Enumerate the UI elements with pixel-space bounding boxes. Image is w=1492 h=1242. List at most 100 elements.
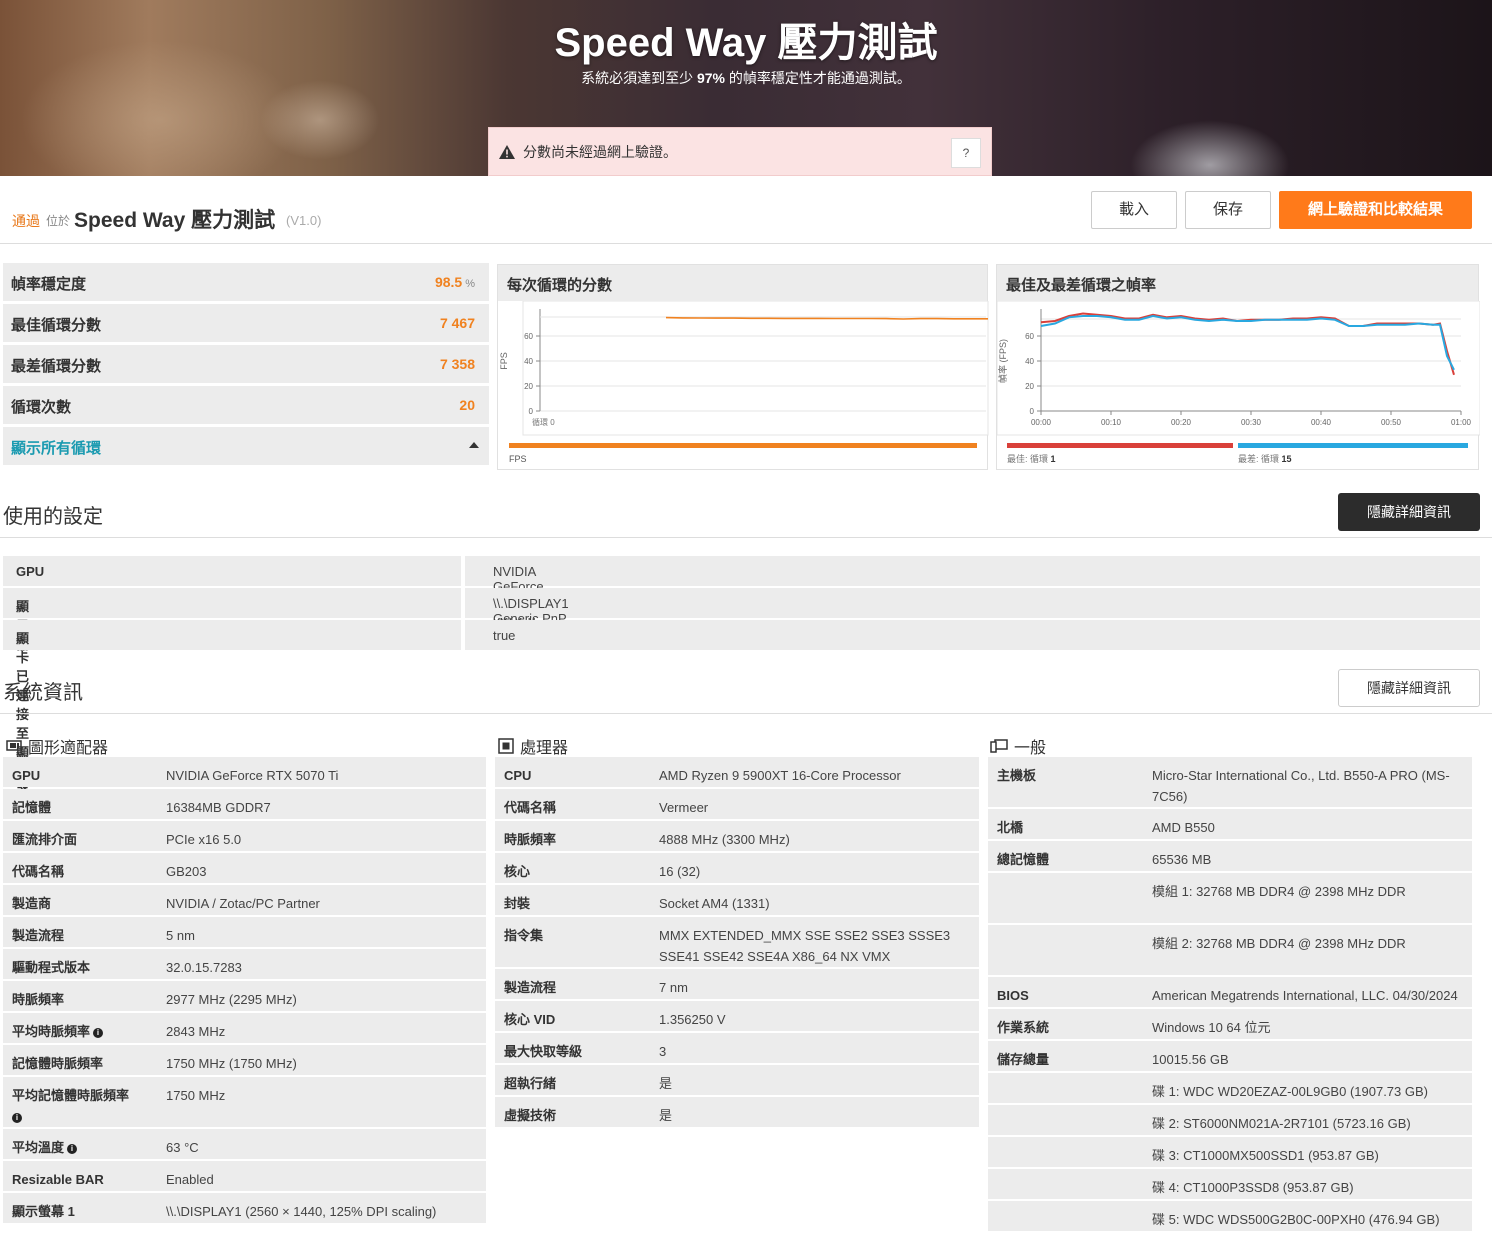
collapse-arrow-icon[interactable] xyxy=(469,442,479,448)
info-value: 5 nm xyxy=(166,928,195,943)
info-value: 16 (32) xyxy=(659,864,701,879)
info-value: Enabled xyxy=(166,1172,214,1187)
hide-sysinfo-details-button[interactable]: 隱藏詳細資訊 xyxy=(1338,669,1480,707)
y-tick-label: 0 xyxy=(529,407,534,416)
show-all-loops-link[interactable]: 顯示所有循環 xyxy=(11,437,101,458)
plot-area xyxy=(522,301,989,436)
info-row: 超執行緒 是 xyxy=(495,1065,979,1095)
info-icon[interactable]: i xyxy=(12,1112,22,1123)
info-row: 儲存總量 10015.56 GB xyxy=(988,1041,1472,1071)
info-row: 作業系統 Windows 10 64 位元 xyxy=(988,1009,1472,1039)
info-row: 封裝 Socket AM4 (1331) xyxy=(495,885,979,915)
info-value: MMX EXTENDED_MMX SSE SSE2 SSE3 SSSE3 SSE… xyxy=(659,928,951,964)
settings-heading: 使用的設定 xyxy=(3,504,103,528)
info-value: 2977 MHz (2295 MHz) xyxy=(166,992,297,1007)
info-row: 主機板 Micro-Star International Co., Ltd. B5… xyxy=(988,757,1472,807)
save-button[interactable]: 保存 xyxy=(1185,191,1271,229)
validation-warning: 分數尚未經過網上驗證。 ? xyxy=(488,127,992,176)
info-key: 時脈頻率 xyxy=(12,992,65,1007)
pass-status: 通過 xyxy=(12,213,40,229)
info-row: 顯示螢幕 1 \\.\DISPLAY1 (2560 × 1440, 125% DP… xyxy=(3,1193,486,1223)
info-key: 作業系統 xyxy=(997,1020,1050,1035)
info-key: 總記憶體 xyxy=(997,852,1050,867)
general-column-heading: 一般 xyxy=(990,734,1046,758)
info-key: 製造流程 xyxy=(12,928,65,943)
info-icon[interactable]: i xyxy=(67,1143,78,1154)
y-axis-label: 幀率 (FPS) xyxy=(997,339,1008,383)
info-key: 指令集 xyxy=(504,928,544,943)
info-value: 10015.56 GB xyxy=(1152,1052,1229,1067)
x-tick-label: 00:30 xyxy=(1241,418,1262,427)
info-value: 1.356250 V xyxy=(659,1012,726,1027)
info-row: 驅動程式版本 32.0.15.7283 xyxy=(3,949,486,979)
stat-label: 循環次數 xyxy=(11,399,72,416)
info-value: 是 xyxy=(659,1076,673,1091)
x-tick-label: 00:40 xyxy=(1311,418,1332,427)
required-percent: 97% xyxy=(696,70,726,86)
stat-value: 7 467 xyxy=(439,315,475,331)
at-label: 位於 xyxy=(46,214,71,228)
info-key: Resizable BAR xyxy=(12,1172,104,1187)
info-value: AMD Ryzen 9 5900XT 16-Core Processor xyxy=(659,768,901,783)
info-row: CPU AMD Ryzen 9 5900XT 16-Core Processor xyxy=(495,757,979,787)
info-row: Resizable BAR Enabled xyxy=(3,1161,486,1191)
info-value: 7 nm xyxy=(659,980,688,995)
info-icon[interactable]: i xyxy=(93,1027,104,1038)
stat-row-loop-count: 循環次數 20 xyxy=(3,386,489,424)
info-key: 平均記憶體時脈頻率 i xyxy=(12,1088,130,1123)
info-value: 碟 4: CT1000P3SSD8 (953.87 GB) xyxy=(1152,1180,1354,1195)
info-value: 1750 MHz xyxy=(166,1088,226,1103)
stat-label: 幀率穩定度 xyxy=(11,276,87,293)
info-row: 核心 VID 1.356250 V xyxy=(495,1001,979,1031)
info-value: 碟 2: ST6000NM021A-2R7101 (5723.16 GB) xyxy=(1152,1116,1411,1131)
best-legend-label: 最佳: 循環 1 xyxy=(1007,453,1056,464)
info-value: 63 °C xyxy=(166,1140,199,1155)
hide-settings-details-button[interactable]: 隱藏詳細資訊 xyxy=(1338,493,1480,531)
y-tick-label: 60 xyxy=(524,332,533,341)
best-legend-swatch xyxy=(1007,443,1233,448)
y-tick-label: 60 xyxy=(1025,332,1034,341)
info-row: 碟 5: WDC WDS500G2B0C-00PXH0 (476.94 GB) xyxy=(988,1201,1472,1231)
info-value: 3 xyxy=(659,1044,667,1059)
gpu-column-heading: 圖形適配器 xyxy=(6,734,108,758)
info-key: 平均溫度 i xyxy=(12,1137,162,1158)
show-all-loops-toggle[interactable]: 顯示所有循環 xyxy=(3,427,489,465)
graphics-card-icon xyxy=(6,740,22,751)
info-value: 是 xyxy=(659,1108,673,1123)
info-key: 虛擬技術 xyxy=(504,1108,557,1123)
info-row: 碟 2: ST6000NM021A-2R7101 (5723.16 GB) xyxy=(988,1105,1472,1135)
loop-score-chart: 0 20 40 60 FPS 循環 0 FPS xyxy=(499,301,989,464)
info-key: 核心 xyxy=(504,864,531,879)
info-key: CPU xyxy=(504,768,532,783)
validate-online-button[interactable]: 網上驗證和比較結果 xyxy=(1279,191,1472,229)
legend-swatch xyxy=(509,443,977,448)
info-value: 模組 1: 32768 MB DDR4 @ 2398 MHz DDR xyxy=(1152,884,1406,899)
stat-value: 98.5% xyxy=(434,274,475,290)
info-row: 碟 3: CT1000MX500SSD1 (953.87 GB) xyxy=(988,1137,1472,1167)
info-value: Windows 10 64 位元 xyxy=(1152,1020,1271,1035)
info-row: 製造流程 7 nm xyxy=(495,969,979,999)
stat-value: 20 xyxy=(459,397,475,413)
hero-subtitle: 系統必須達到至少 97% 的幀率穩定性才能通過測試。 xyxy=(581,70,911,86)
info-value: 4888 MHz (3300 MHz) xyxy=(659,832,790,847)
y-tick-label: 40 xyxy=(1025,357,1034,366)
info-key: 封裝 xyxy=(504,896,531,911)
x-tick-label: 00:00 xyxy=(1031,418,1052,427)
cpu-column-heading: 處理器 xyxy=(498,734,568,758)
info-value: PCIe x16 5.0 xyxy=(166,832,242,847)
info-row: 模組 2: 32768 MB DDR4 @ 2398 MHz DDR xyxy=(988,925,1472,975)
stat-value: 7 358 xyxy=(439,356,475,372)
help-button[interactable]: ? xyxy=(951,138,981,168)
setting-value: true xyxy=(493,628,516,643)
x-tick-label: 00:20 xyxy=(1171,418,1192,427)
load-button[interactable]: 載入 xyxy=(1091,191,1177,229)
computer-icon xyxy=(990,739,1008,753)
info-key: 時脈頻率 xyxy=(504,832,557,847)
info-row: 時脈頻率 4888 MHz (3300 MHz) xyxy=(495,821,979,851)
info-row: 碟 4: CT1000P3SSD8 (953.87 GB) xyxy=(988,1169,1472,1199)
info-value: 65536 MB xyxy=(1152,852,1212,867)
info-key: BIOS xyxy=(997,988,1029,1003)
info-row: 虛擬技術 是 xyxy=(495,1097,979,1127)
test-version: (V1.0) xyxy=(286,213,322,228)
info-key: 製造流程 xyxy=(504,980,557,995)
